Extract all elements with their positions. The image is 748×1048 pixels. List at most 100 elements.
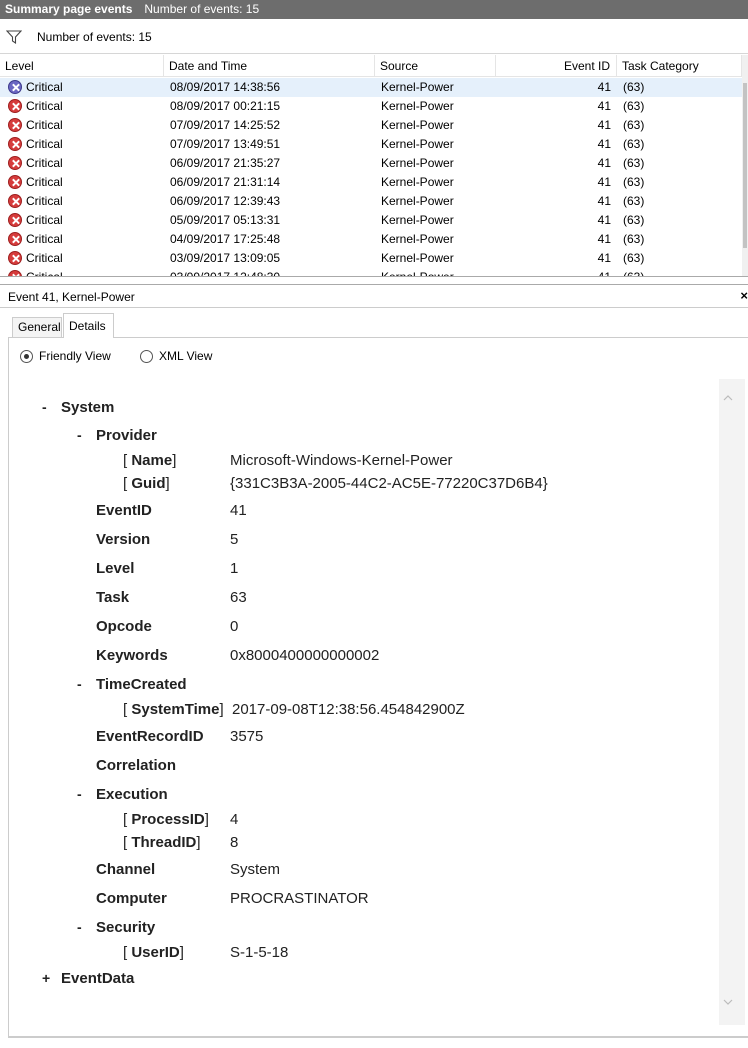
cell-level: Critical [26, 99, 63, 113]
opcode-key: Opcode [96, 618, 152, 635]
table-row[interactable]: Critical 04/09/2017 17:25:48 Kernel-Power 4… [0, 230, 742, 249]
table-row[interactable]: Critical 05/09/2017 05:13:31 Kernel-Power 4… [0, 211, 742, 230]
detail-pane-title: Event 41, Kernel-Power [8, 290, 135, 304]
critical-error-icon [8, 175, 22, 189]
version-key: Version [96, 531, 151, 548]
cell-event-id: 41 [597, 156, 611, 170]
tab-general[interactable]: General [12, 317, 62, 337]
filter-icon[interactable] [6, 30, 22, 44]
cell-date-time: 08/09/2017 14:38:56 [170, 80, 281, 94]
table-row[interactable]: Critical 03/09/2017 12:48:30 Kernel-Power 4… [0, 268, 742, 277]
table-row[interactable]: Critical 07/09/2017 14:25:52 Kernel-Power 4… [0, 116, 742, 135]
eventdata-expand-toggle[interactable]: + [42, 970, 50, 986]
cell-date-time: 07/09/2017 13:49:51 [170, 137, 281, 151]
column-header-source[interactable]: Source [375, 55, 496, 77]
cell-source: Kernel-Power [381, 99, 454, 113]
column-header-task-category[interactable]: Task Category [617, 55, 742, 77]
table-scrollbar-thumb[interactable] [743, 83, 747, 248]
system-collapse-toggle[interactable]: - [42, 399, 47, 415]
cell-source: Kernel-Power [381, 137, 454, 151]
cell-date-time: 06/09/2017 21:35:27 [170, 156, 281, 170]
table-row[interactable]: Critical 06/09/2017 21:31:14 Kernel-Power 4… [0, 173, 742, 192]
cell-task-category: (63) [623, 251, 645, 265]
cell-task-category: (63) [623, 232, 645, 246]
cell-task-category: (63) [623, 194, 645, 208]
userid-value: S-1-5-18 [230, 944, 289, 961]
table-scrollbar[interactable] [742, 55, 748, 276]
column-header-date-time[interactable]: Date and Time [164, 55, 375, 77]
timecreated-node: TimeCreated [96, 676, 187, 693]
critical-error-icon [8, 80, 22, 94]
cell-level: Critical [26, 175, 63, 189]
provider-collapse-toggle[interactable]: - [77, 427, 82, 443]
critical-error-icon [8, 232, 22, 246]
threadid-value: 8 [230, 834, 239, 851]
detail-pane-header: Event 41, Kernel-Power × [0, 284, 748, 308]
critical-error-icon [8, 99, 22, 113]
systemtime-attribute: [ SystemTime] [123, 701, 224, 718]
cell-task-category: (63) [623, 270, 645, 277]
cell-date-time: 03/09/2017 13:09:05 [170, 251, 281, 265]
table-row[interactable]: Critical 06/09/2017 12:39:43 Kernel-Power 4… [0, 192, 742, 211]
critical-error-icon [8, 194, 22, 208]
cell-event-id: 41 [597, 118, 611, 132]
userid-attribute: [ UserID] [123, 944, 184, 961]
provider-node: Provider [96, 427, 157, 444]
cell-source: Kernel-Power [381, 270, 454, 277]
cell-date-time: 05/09/2017 05:13:31 [170, 213, 281, 227]
cell-level: Critical [26, 118, 63, 132]
critical-error-icon [8, 213, 22, 227]
cell-task-category: (63) [623, 118, 645, 132]
chevron-up-icon[interactable] [723, 393, 733, 403]
panel-bottom-border [8, 1037, 748, 1038]
cell-level: Critical [26, 194, 63, 208]
cell-event-id: 41 [597, 137, 611, 151]
critical-error-icon [8, 251, 22, 265]
tab-details[interactable]: Details [63, 313, 114, 338]
friendly-view-label[interactable]: Friendly View [39, 349, 111, 363]
cell-event-id: 41 [597, 194, 611, 208]
cell-date-time: 06/09/2017 21:31:14 [170, 175, 281, 189]
table-row[interactable]: Critical 03/09/2017 13:09:05 Kernel-Power 4… [0, 249, 742, 268]
name-attribute: [ Name] [123, 452, 177, 469]
cell-level: Critical [26, 270, 63, 277]
name-value: Microsoft-Windows-Kernel-Power [230, 452, 453, 469]
correlation-node: Correlation [96, 757, 177, 774]
cell-task-category: (63) [623, 99, 645, 113]
table-row[interactable]: Critical 08/09/2017 00:21:15 Kernel-Power 4… [0, 97, 742, 116]
chevron-down-icon[interactable] [723, 997, 733, 1007]
close-icon[interactable]: × [740, 288, 748, 303]
cell-source: Kernel-Power [381, 175, 454, 189]
systemtime-key: SystemTime [131, 701, 220, 718]
table-row[interactable]: Critical 06/09/2017 21:35:27 Kernel-Power 4… [0, 154, 742, 173]
column-header-level[interactable]: Level [0, 55, 164, 77]
task-value: 63 [230, 589, 247, 606]
critical-error-icon [8, 156, 22, 170]
security-collapse-toggle[interactable]: - [77, 919, 82, 935]
cell-event-id: 41 [597, 175, 611, 189]
table-rows: Critical 08/09/2017 14:38:56 Kernel-Power 4… [0, 78, 742, 277]
security-node: Security [96, 919, 156, 936]
summary-count: Number of events: 15 [144, 2, 260, 16]
timecreated-collapse-toggle[interactable]: - [77, 676, 82, 692]
cell-level: Critical [26, 137, 63, 151]
xml-view-label[interactable]: XML View [159, 349, 212, 363]
xml-view-radio[interactable] [140, 350, 153, 363]
cell-date-time: 06/09/2017 12:39:43 [170, 194, 281, 208]
table-row[interactable]: Critical 07/09/2017 13:49:51 Kernel-Power 4… [0, 135, 742, 154]
opcode-value: 0 [230, 618, 239, 635]
cell-source: Kernel-Power [381, 156, 454, 170]
name-key: Name [131, 452, 173, 469]
eventid-key: EventID [96, 502, 152, 519]
friendly-view-radio[interactable] [20, 350, 33, 363]
cell-task-category: (63) [623, 175, 645, 189]
cell-task-category: (63) [623, 137, 645, 151]
friendly-view-viewer: - System - Provider [ Name] Microsoft-Wi… [29, 379, 745, 1025]
column-header-event-id[interactable]: Event ID [496, 55, 617, 77]
system-node: System [61, 399, 115, 416]
filter-event-count: Number of events: 15 [37, 30, 152, 44]
table-header: Level Date and Time Source Event ID Task… [0, 55, 742, 77]
table-row[interactable]: Critical 08/09/2017 14:38:56 Kernel-Power 4… [0, 78, 742, 97]
systemtime-value: 2017-09-08T12:38:56.454842900Z [232, 701, 465, 718]
execution-collapse-toggle[interactable]: - [77, 786, 82, 802]
